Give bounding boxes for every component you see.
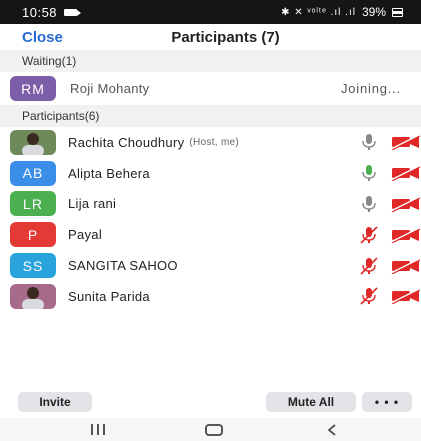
close-button[interactable]: Close <box>22 29 63 46</box>
participant-name: Sunita Parida <box>68 288 150 304</box>
avatar: LR <box>10 191 56 217</box>
avatar-photo <box>10 283 56 309</box>
microphone-icon[interactable] <box>359 195 379 213</box>
participant-row[interactable]: Sunita Parida <box>0 281 421 312</box>
participant-row[interactable]: LR Lija rani <box>0 189 421 220</box>
participant-row[interactable]: P Payal <box>0 219 421 250</box>
microphone-icon[interactable] <box>359 133 379 151</box>
avatar: RM <box>10 76 56 101</box>
home-icon[interactable] <box>205 424 223 436</box>
video-off-icon[interactable] <box>389 288 421 305</box>
participant-row[interactable]: SS SANGITA SAHOO <box>0 250 421 281</box>
participant-name: Alipta Behera <box>68 165 150 181</box>
video-off-icon[interactable] <box>389 134 421 151</box>
battery-icon <box>392 7 403 17</box>
video-off-icon[interactable] <box>389 165 421 182</box>
status-right: ✱ ✕ ᵛᵒˡᵗᵉ .ıl .ıl 39% <box>281 5 403 19</box>
battery-percent: 39% <box>361 5 386 19</box>
participants-list: Rachita Choudhury (Host, me) AB Alipta Behe… <box>0 127 421 312</box>
joining-status: Joining... <box>340 81 401 96</box>
mute-all-button[interactable]: Mute All <box>266 392 356 412</box>
recent-apps-icon[interactable] <box>90 424 106 435</box>
mic-muted-icon[interactable] <box>359 226 379 244</box>
avatar: P <box>10 222 56 248</box>
microphone-icon[interactable] <box>359 164 379 182</box>
avatar: SS <box>10 253 56 279</box>
back-icon[interactable] <box>325 423 339 437</box>
status-bar: 10:58 ✱ ✕ ᵛᵒˡᵗᵉ .ıl .ıl 39% <box>0 0 421 24</box>
participants-section-heading: Participants(6) <box>0 105 421 127</box>
participant-name: SANGITA SAHOO <box>68 258 178 274</box>
android-nav-bar <box>0 418 421 441</box>
more-options-button[interactable]: • • • <box>362 392 412 412</box>
participant-name: Payal <box>68 227 103 243</box>
invite-button[interactable]: Invite <box>18 392 92 412</box>
avatar-photo <box>10 129 56 155</box>
participant-name: Rachita Choudhury <box>68 134 185 150</box>
waiting-section-heading: Waiting(1) <box>0 50 421 72</box>
participant-row[interactable]: AB Alipta Behera <box>0 158 421 189</box>
avatar: AB <box>10 160 56 186</box>
signal-icons: ✱ ✕ ᵛᵒˡᵗᵉ .ıl .ıl <box>281 6 356 18</box>
participant-name: Lija rani <box>68 196 117 212</box>
video-off-icon[interactable] <box>389 227 421 243</box>
video-off-icon[interactable] <box>389 196 421 212</box>
participant-name: Roji Mohanty <box>70 81 150 96</box>
page-title: Participants (7) <box>171 28 280 46</box>
header: Close Participants (7) <box>0 24 421 50</box>
waiting-row[interactable]: RM Roji Mohanty Joining... <box>0 72 421 105</box>
video-call-icon <box>64 8 82 16</box>
participant-row[interactable]: Rachita Choudhury (Host, me) <box>0 127 421 158</box>
participant-role: (Host, me) <box>189 136 240 148</box>
video-off-icon[interactable] <box>389 257 421 274</box>
mic-muted-icon[interactable] <box>359 287 379 305</box>
mic-muted-icon[interactable] <box>359 257 379 275</box>
bottom-toolbar: Invite Mute All • • • <box>0 392 421 414</box>
status-time: 10:58 <box>22 4 58 20</box>
